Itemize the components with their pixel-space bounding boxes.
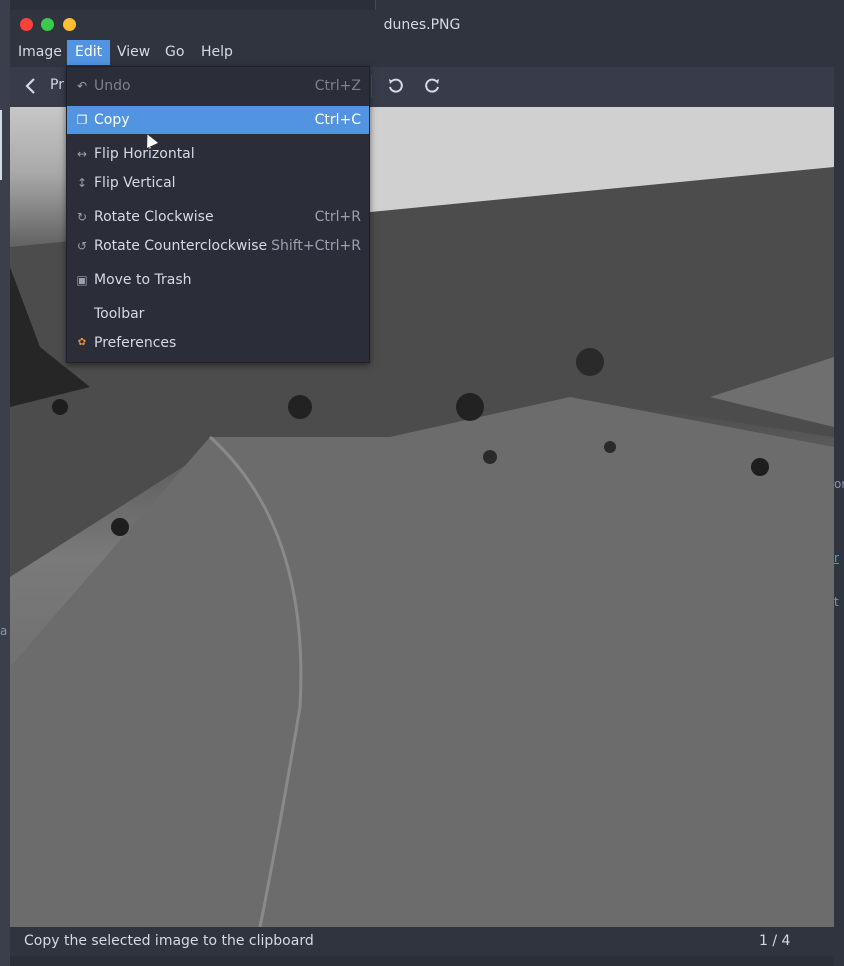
flip-horizontal-icon: ↔ [76,147,88,161]
previous-button-label[interactable]: Pr [50,77,64,93]
background-text-fragment: t [834,595,839,609]
edit-menu-dropdown: ↶ Undo Ctrl+Z ❐ Copy Ctrl+C ↔ Flip Horiz… [66,66,370,363]
window-title: dunes.PNG [383,17,461,33]
menu-help[interactable]: Help [193,40,241,65]
background-link-fragment[interactable]: r [834,551,839,565]
menu-item-toolbar[interactable]: Toolbar [67,300,369,328]
menu-item-label: Copy [94,112,130,128]
menu-item-label: Rotate Counterclockwise [94,238,268,254]
copy-icon: ❐ [76,113,88,127]
menu-edit[interactable]: Edit [67,40,111,65]
menu-view[interactable]: View [109,40,158,65]
menu-item-accelerator: Ctrl+C [314,112,361,128]
titlebar[interactable]: dunes.PNG [10,10,834,40]
statusbar: Copy the selected image to the clipboard… [10,927,834,956]
background-separator [375,0,376,10]
menu-item-rotate-clockwise[interactable]: ↻ Rotate Clockwise Ctrl+R [67,203,369,231]
rotate-clockwise-icon[interactable] [423,77,441,100]
background-panel-edge [0,110,2,180]
status-message: Copy the selected image to the clipboard [24,933,314,949]
back-arrow-icon[interactable] [24,77,38,100]
menubar: Image Edit View Go Help [10,40,834,67]
menu-item-undo[interactable]: ↶ Undo Ctrl+Z [67,72,369,100]
toolbar-separator [371,75,372,97]
preferences-icon: ✿ [77,337,87,348]
menu-item-label: Flip Horizontal [94,146,195,162]
undo-icon: ↶ [76,79,88,93]
menu-item-label: Toolbar [94,306,145,322]
menu-item-accelerator: Shift+Ctrl+R [271,238,361,254]
menu-item-label: Undo [94,78,131,94]
background-window-top [376,0,844,10]
flip-vertical-icon: ↕ [76,176,88,190]
menu-go[interactable]: Go [157,40,192,65]
menu-item-accelerator: Ctrl+R [314,209,361,225]
menu-image[interactable]: Image [10,40,70,65]
menu-item-label: Rotate Clockwise [94,209,214,225]
rotate-counterclockwise-icon[interactable] [387,77,405,100]
menu-item-rotate-counterclockwise[interactable]: ↺ Rotate Counterclockwise Shift+Ctrl+R [67,232,369,260]
menu-item-label: Flip Vertical [94,175,176,191]
menu-item-move-to-trash[interactable]: ▣ Move to Trash [67,266,369,294]
menu-item-preferences[interactable]: ✿ Preferences [67,329,369,357]
menu-item-copy[interactable]: ❐ Copy Ctrl+C [67,106,369,134]
menu-item-label: Move to Trash [94,272,192,288]
rotate-clockwise-icon: ↻ [76,210,88,224]
trash-icon: ▣ [76,273,88,287]
menu-item-flip-vertical[interactable]: ↕ Flip Vertical [67,169,369,197]
background-text-fragment: or [834,477,844,491]
rotate-counterclockwise-icon: ↺ [76,239,88,253]
menu-item-label: Preferences [94,335,177,351]
background-text-fragment: a [0,624,8,638]
menu-item-accelerator: Ctrl+Z [314,78,361,94]
menu-item-flip-horizontal[interactable]: ↔ Flip Horizontal [67,140,369,168]
image-position-counter: 1 / 4 [759,933,791,949]
